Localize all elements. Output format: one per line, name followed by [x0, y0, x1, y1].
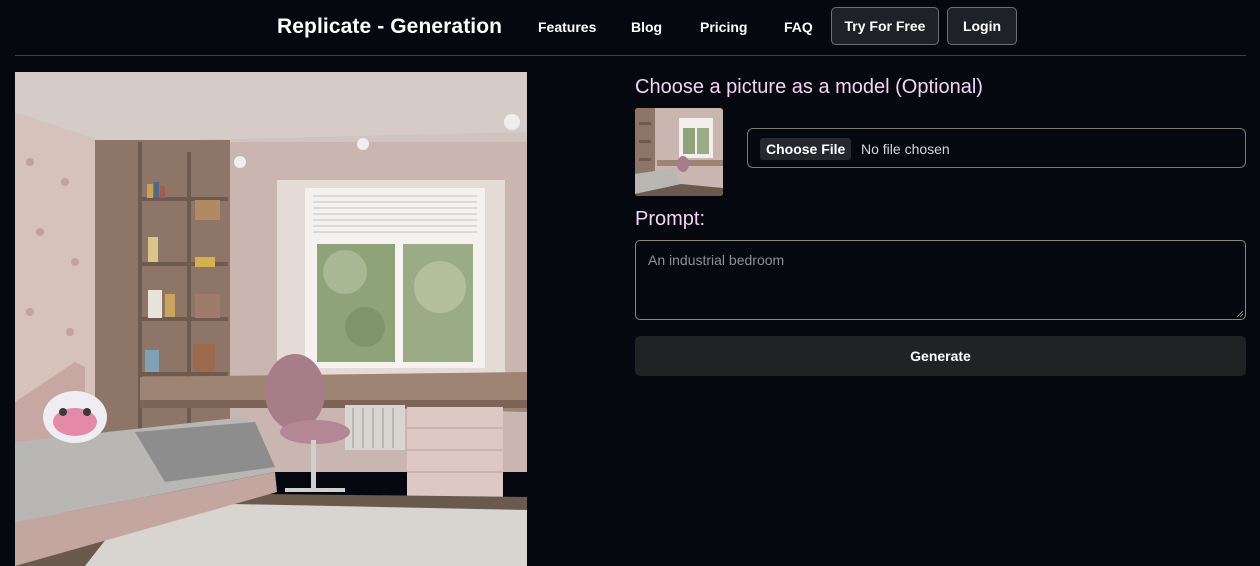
header-divider	[15, 55, 1246, 56]
bedroom-preview-image	[15, 72, 527, 566]
nav-link-blog[interactable]: Blog	[631, 19, 662, 35]
nav-link-pricing[interactable]: Pricing	[700, 19, 747, 35]
try-for-free-button[interactable]: Try For Free	[831, 7, 939, 45]
login-button[interactable]: Login	[947, 7, 1017, 45]
generate-button[interactable]: Generate	[635, 336, 1246, 376]
brand-title[interactable]: Replicate - Generation	[277, 15, 502, 39]
nav-link-features[interactable]: Features	[538, 19, 596, 35]
top-navbar: Replicate - Generation Features Blog Pri…	[0, 0, 1260, 55]
resize-handle-icon[interactable]	[1236, 310, 1244, 318]
prompt-heading: Prompt:	[635, 208, 706, 230]
model-thumbnail-image	[635, 108, 723, 196]
choose-file-button[interactable]: Choose File	[760, 138, 852, 160]
file-input[interactable]: Choose File No file chosen	[747, 128, 1246, 168]
prompt-textarea[interactable]	[635, 240, 1246, 320]
nav-link-faq[interactable]: FAQ	[784, 19, 813, 35]
file-status-text: No file chosen	[861, 141, 950, 157]
model-picture-heading: Choose a picture as a model (Optional)	[635, 76, 983, 98]
